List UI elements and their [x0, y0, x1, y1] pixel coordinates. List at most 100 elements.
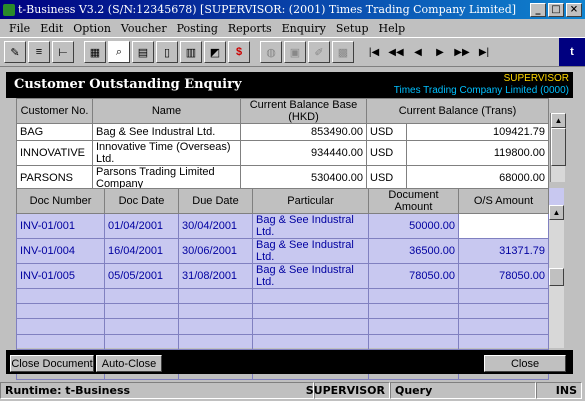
maximize-button[interactable]: □ [548, 2, 564, 17]
close-window-button[interactable]: × [566, 2, 582, 17]
menu-enquiry[interactable]: Enquiry [277, 22, 331, 35]
table-row[interactable] [16, 303, 549, 320]
currency[interactable]: USD [366, 165, 407, 191]
customer-name[interactable]: Parsons Trading Limited Company [92, 165, 241, 191]
menu-bar: File Edit Option Voucher Posting Reports… [0, 19, 585, 37]
menu-setup[interactable]: Setup [331, 22, 374, 35]
table-row[interactable]: INV-01/001 01/04/2001 30/04/2001 Bag & S… [16, 213, 549, 239]
particular[interactable]: Bag & See Industral Ltd. [252, 263, 369, 289]
ins-status: INS [536, 382, 582, 399]
scroll-up-icon[interactable]: ▲ [549, 205, 564, 220]
menu-file[interactable]: File [4, 22, 35, 35]
next-page-icon[interactable]: ▶▶ [452, 41, 472, 63]
document-amount[interactable]: 36500.00 [368, 238, 459, 264]
scroll-thumb[interactable] [549, 268, 564, 286]
doc-date[interactable]: 01/04/2001 [104, 213, 179, 239]
balance-trans[interactable]: 109421.79 [406, 123, 549, 141]
dollar-icon[interactable]: $ [228, 41, 250, 63]
tree-icon[interactable]: ⊢ [52, 41, 74, 63]
table-row[interactable] [16, 333, 549, 350]
menu-edit[interactable]: Edit [35, 22, 68, 35]
chart-icon[interactable]: ◩ [204, 41, 226, 63]
balance-base[interactable]: 853490.00 [240, 123, 367, 141]
document-amount[interactable]: 50000.00 [368, 213, 459, 239]
minimize-button[interactable]: _ [530, 2, 546, 17]
column-header[interactable]: Doc Number [16, 188, 105, 214]
menu-voucher[interactable]: Voucher [116, 22, 172, 35]
table-row[interactable]: PARSONS Parsons Trading Limited Company … [16, 165, 549, 191]
column-header[interactable]: Current Balance Base (HKD) [240, 98, 367, 124]
currency[interactable]: USD [366, 140, 407, 166]
particular[interactable]: Bag & See Industral Ltd. [252, 238, 369, 264]
menu-option[interactable]: Option [68, 22, 116, 35]
document-icon[interactable]: ▤ [132, 41, 154, 63]
report-icon[interactable]: ▥ [180, 41, 202, 63]
next-record-icon[interactable]: ▶ [430, 41, 450, 63]
table-row[interactable]: INV-01/004 16/04/2001 30/06/2001 Bag & S… [16, 238, 549, 264]
table-row[interactable]: INNOVATIVE Innovative Time (Overseas) Lt… [16, 140, 549, 166]
table-row[interactable]: INV-01/005 05/05/2001 31/08/2001 Bag & S… [16, 263, 549, 289]
particular[interactable]: Bag & See Industral Ltd. [252, 213, 369, 239]
wand-icon[interactable]: ✎ [4, 41, 26, 63]
due-date[interactable]: 30/06/2001 [178, 238, 253, 264]
column-header[interactable]: O/S Amount [458, 188, 549, 214]
save-icon[interactable]: ▩ [332, 41, 354, 63]
customer-no[interactable]: PARSONS [16, 165, 93, 191]
due-date[interactable]: 31/08/2001 [178, 263, 253, 289]
column-header[interactable]: Name [92, 98, 241, 124]
prev-page-icon[interactable]: ◀◀ [386, 41, 406, 63]
last-record-icon[interactable]: ▶| [474, 41, 494, 63]
customer-scrollbar[interactable]: ▲ [550, 113, 566, 182]
status-bar: Runtime: t-Business SUPERVISOR Query INS [0, 380, 585, 401]
disabled-icon[interactable]: ◍ [260, 41, 282, 63]
balance-base[interactable]: 934440.00 [240, 140, 367, 166]
balance-base[interactable]: 530400.00 [240, 165, 367, 191]
edit-icon[interactable]: ✐ [308, 41, 330, 63]
doc-date[interactable]: 05/05/2001 [104, 263, 179, 289]
menu-reports[interactable]: Reports [223, 22, 277, 35]
user-status: SUPERVISOR [306, 382, 390, 399]
document-scrollbar[interactable]: ▲ [549, 205, 564, 348]
column-header[interactable]: Particular [252, 188, 369, 214]
due-date[interactable]: 30/04/2001 [178, 213, 253, 239]
scroll-thumb[interactable] [551, 128, 566, 166]
currency[interactable]: USD [366, 123, 407, 141]
first-record-icon[interactable]: |◀ [364, 41, 384, 63]
close-document-button[interactable]: Close Document [10, 355, 94, 372]
list-icon[interactable]: ≡ [28, 41, 50, 63]
table-row[interactable] [16, 287, 549, 305]
grid-icon[interactable]: ▦ [84, 41, 106, 63]
column-header[interactable]: Doc Date [104, 188, 179, 214]
scroll-up-icon[interactable]: ▲ [551, 113, 566, 128]
prev-record-icon[interactable]: ◀ [408, 41, 428, 63]
customer-no[interactable]: INNOVATIVE [16, 140, 93, 166]
column-header[interactable]: Document Amount [368, 188, 459, 214]
customer-no[interactable]: BAG [16, 123, 93, 141]
customer-name[interactable]: Bag & See Industral Ltd. [92, 123, 241, 141]
column-header[interactable]: Customer No. [16, 98, 93, 124]
balance-trans[interactable]: 68000.00 [406, 165, 549, 191]
balance-trans[interactable]: 119800.00 [406, 140, 549, 166]
auto-close-button[interactable]: Auto-Close [96, 355, 162, 372]
column-header[interactable]: Current Balance (Trans) [366, 98, 549, 124]
menu-posting[interactable]: Posting [172, 22, 223, 35]
page-title: Customer Outstanding Enquiry [14, 77, 242, 92]
doc-number[interactable]: INV-01/001 [16, 213, 105, 239]
table-row[interactable]: BAG Bag & See Industral Ltd. 853490.00 U… [16, 123, 549, 141]
doc-number[interactable]: INV-01/004 [16, 238, 105, 264]
doc-number[interactable]: INV-01/005 [16, 263, 105, 289]
column-header[interactable]: Due Date [178, 188, 253, 214]
form-icon[interactable]: ▣ [284, 41, 306, 63]
search-icon[interactable]: ⌕ [108, 41, 130, 63]
doc-date[interactable]: 16/04/2001 [104, 238, 179, 264]
menu-help[interactable]: Help [373, 22, 410, 35]
customer-name[interactable]: Innovative Time (Overseas) Ltd. [92, 140, 241, 166]
table-row[interactable] [16, 318, 549, 335]
os-amount[interactable]: 78050.00 [458, 263, 549, 289]
page-icon[interactable]: ▯ [156, 41, 178, 63]
close-button[interactable]: Close [484, 355, 566, 372]
toolbar: ✎ ≡ ⊢ ▦ ⌕ ▤ ▯ ▥ ◩ $ ◍ ▣ ✐ ▩ |◀ ◀◀ ◀ ▶ ▶▶… [0, 37, 585, 67]
os-amount-input[interactable] [458, 213, 549, 239]
document-amount[interactable]: 78050.00 [368, 263, 459, 289]
os-amount[interactable]: 31371.79 [458, 238, 549, 264]
